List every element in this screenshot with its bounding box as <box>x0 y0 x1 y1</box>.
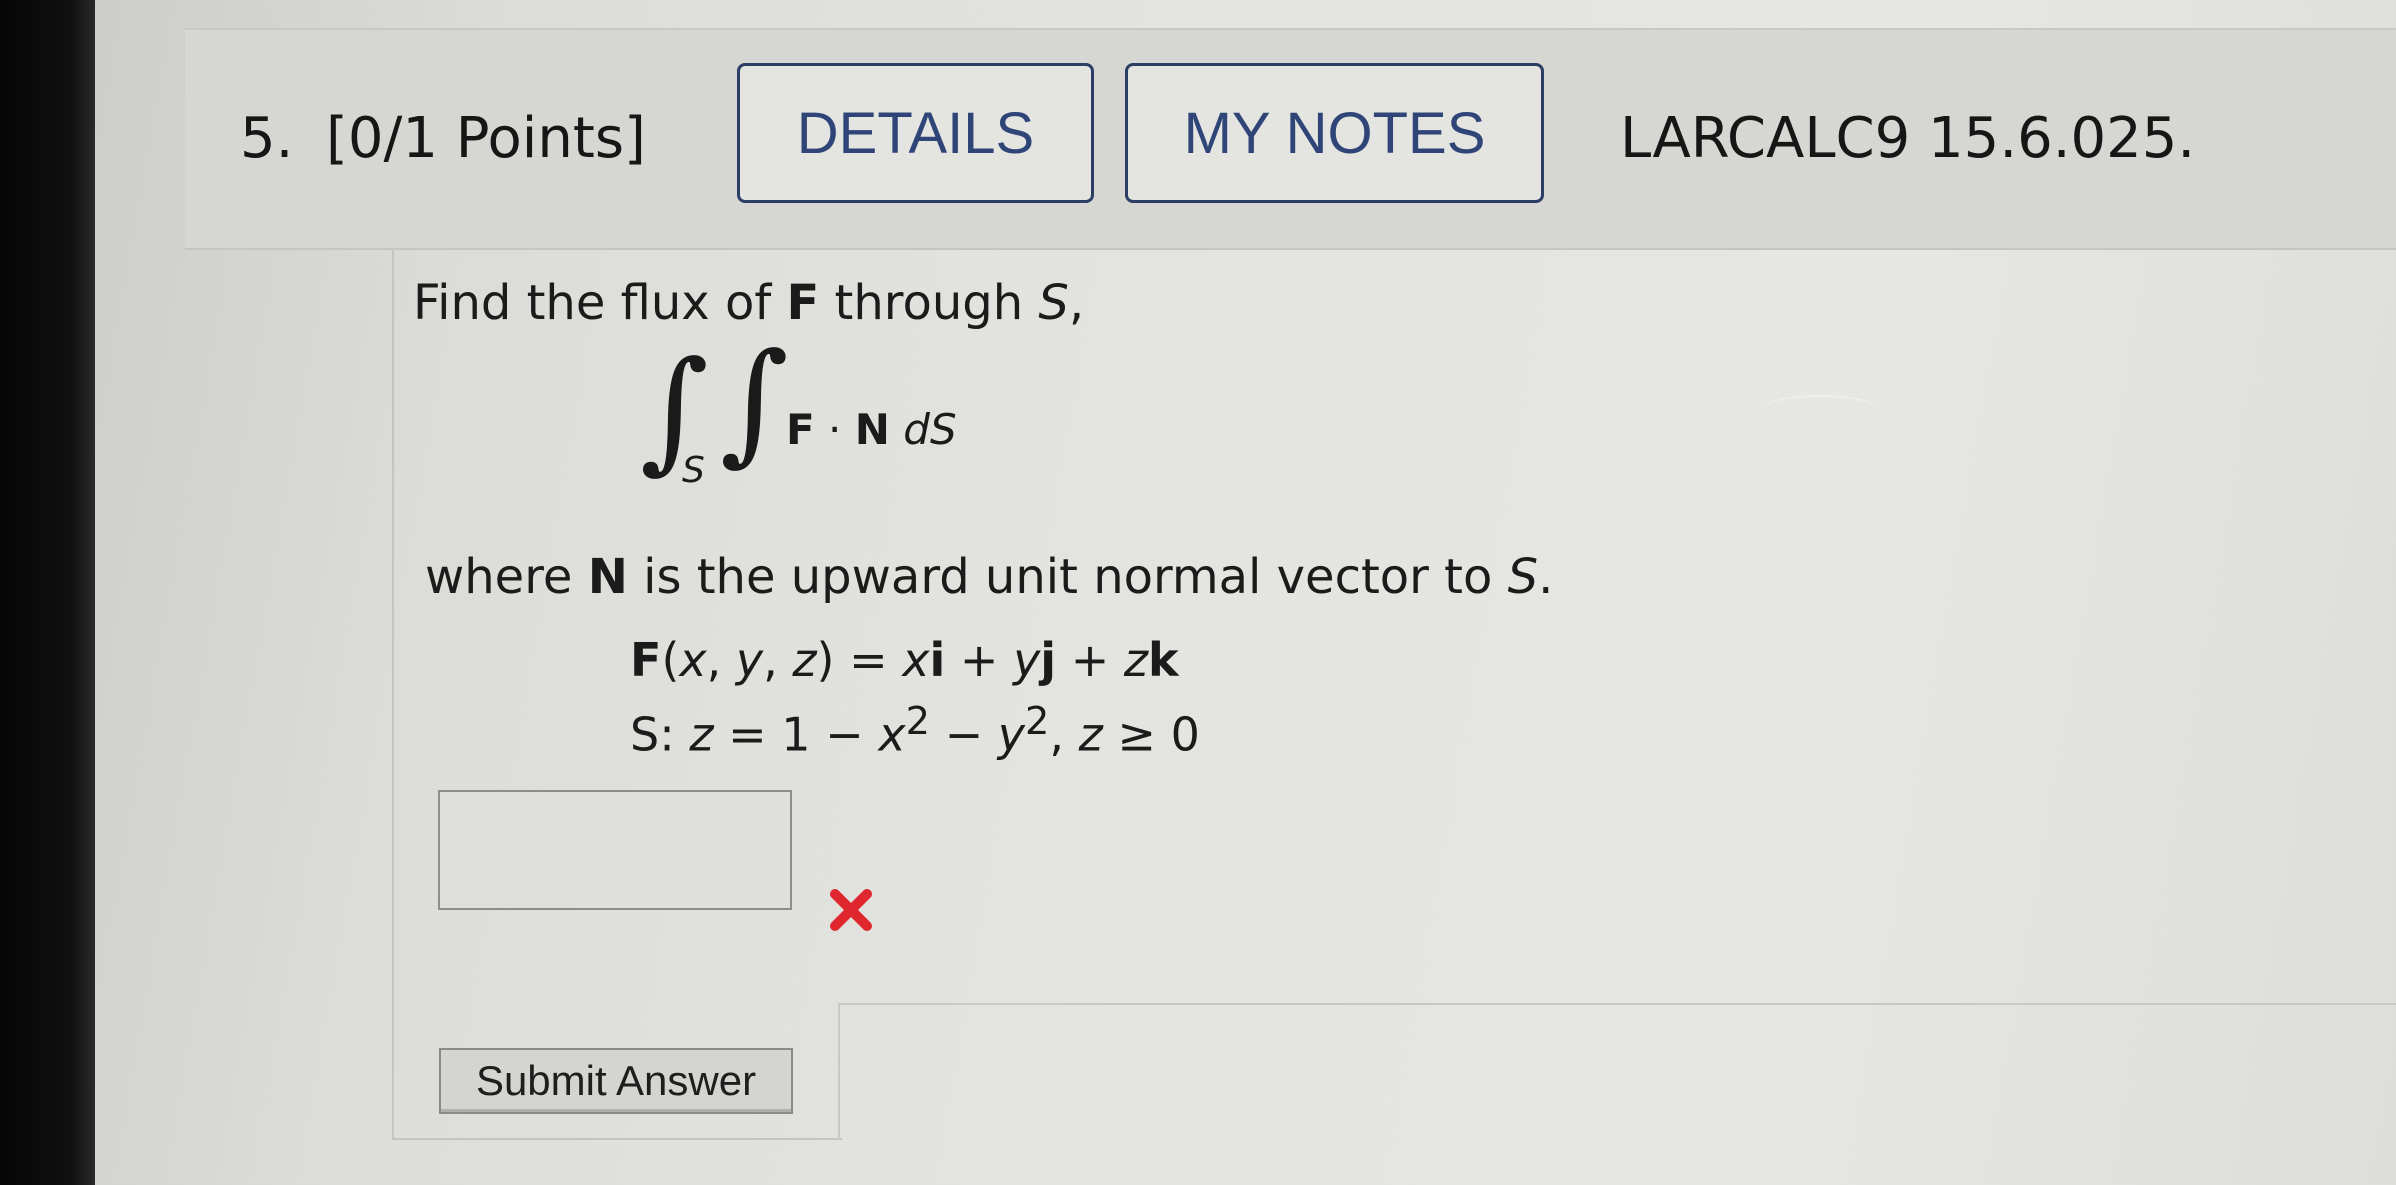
integral-sign: ∫ <box>720 325 789 479</box>
answer-input[interactable] <box>438 790 792 910</box>
screen-bezel <box>0 0 95 1185</box>
submit-answer-button[interactable]: Submit Answer <box>439 1048 793 1114</box>
screen-glare <box>1760 395 1880 427</box>
integral-subscript: S <box>682 450 705 491</box>
surface-formula: S: z = 1 − x2 − y2, z ≥ 0 <box>630 699 1200 762</box>
details-button[interactable]: DETAILS <box>737 63 1094 203</box>
panel-divider <box>838 1003 840 1140</box>
panel-divider <box>838 1003 2396 1005</box>
vector-field-formula: F(x, y, z) = xi + yj + zk <box>630 633 1179 687</box>
panel-divider <box>392 1138 842 1140</box>
question-number: 5. <box>240 106 294 171</box>
normal-description: where N is the upward unit normal vector… <box>425 549 1554 605</box>
my-notes-button[interactable]: MY NOTES <box>1125 63 1544 203</box>
integrand: F · N dS <box>786 405 957 454</box>
x-mark-icon <box>830 889 872 931</box>
question-points: [0/1 Points] <box>326 106 646 171</box>
question-reference: LARCALC9 15.6.025. <box>1620 106 2196 171</box>
